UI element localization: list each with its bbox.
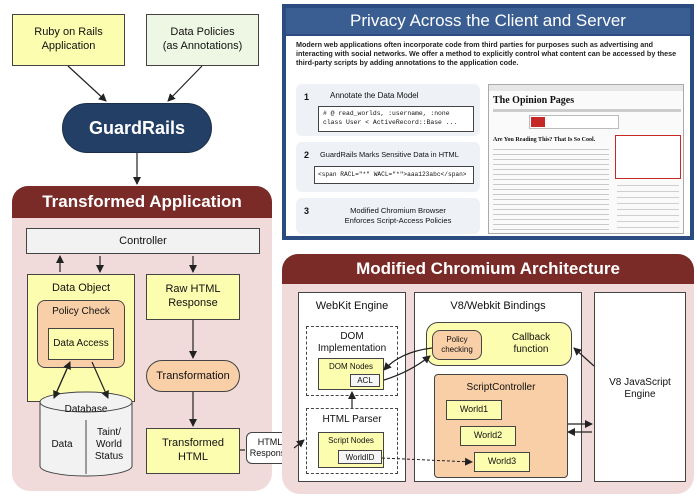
connector-arrows (53, 65, 595, 466)
